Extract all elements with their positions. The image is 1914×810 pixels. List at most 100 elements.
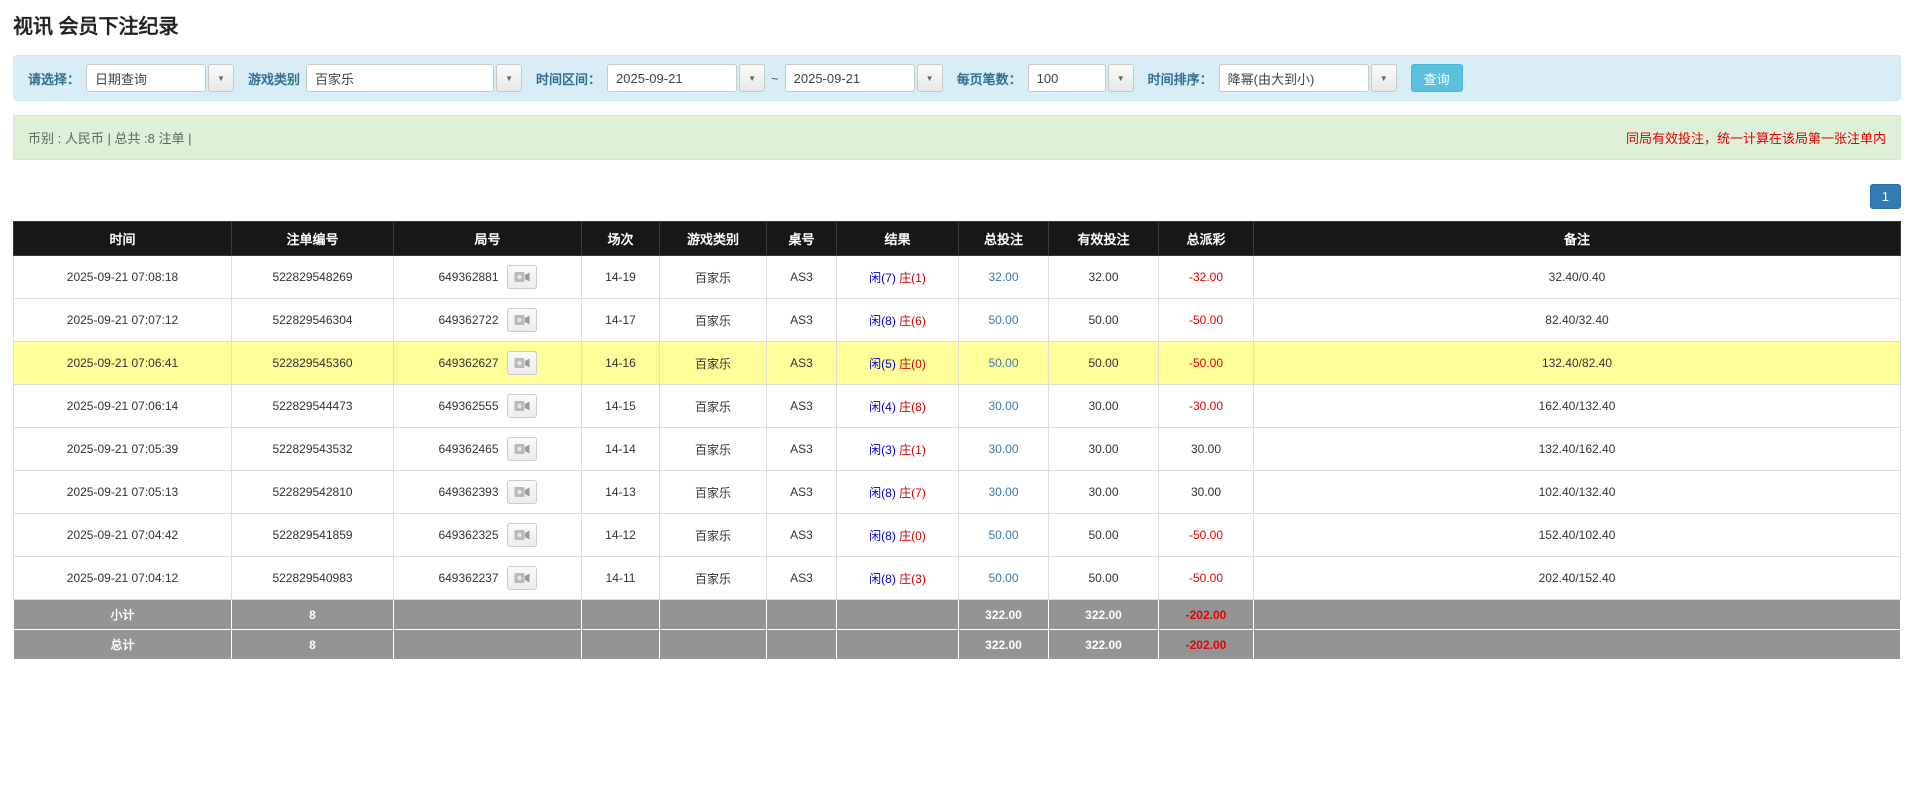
video-replay-icon (514, 401, 530, 411)
table-row: 2025-09-21 07:07:12 522829546304 6493627… (13, 298, 1901, 342)
date-from-caret-button[interactable]: ▼ (739, 64, 766, 92)
total-count: 8 (231, 629, 394, 660)
header-bet-no: 注单编号 (231, 221, 394, 256)
payout-cell: 30.00 (1158, 427, 1254, 471)
result-banker: 庄(1) (899, 442, 926, 457)
result-banker: 庄(3) (899, 571, 926, 586)
sort-label: 时间排序： (1147, 71, 1213, 87)
game-input[interactable] (306, 64, 495, 92)
payout-cell: -30.00 (1158, 384, 1254, 428)
video-replay-button[interactable] (506, 480, 537, 504)
per-page-input[interactable] (1027, 64, 1106, 92)
search-button[interactable]: 查询 (1410, 64, 1463, 92)
total-bet-link[interactable]: 50.00 (988, 571, 1018, 585)
table-row: 2025-09-21 07:04:12 522829540983 6493622… (13, 556, 1901, 600)
notice-text: 同局有效投注，统一计算在该局第一张注单内 (1625, 131, 1886, 146)
round-no: 649362881 (438, 270, 499, 284)
date-to-caret-button[interactable]: ▼ (916, 64, 943, 92)
total-bet-cell: 50.00 (958, 556, 1049, 600)
result-player: 闲(8) (869, 571, 896, 586)
game-cell: 百家乐 (659, 255, 767, 299)
total-bet-link[interactable]: 30.00 (988, 399, 1018, 413)
table-row: 2025-09-21 07:06:41 522829545360 6493626… (13, 341, 1901, 385)
table-no-cell: AS3 (766, 298, 837, 342)
result-cell: 闲(4) 庄(8) (836, 384, 959, 428)
table-no-cell: AS3 (766, 341, 837, 385)
result-player: 闲(8) (869, 313, 896, 328)
per-page-label: 每页笔数： (956, 71, 1022, 87)
header-result: 结果 (836, 221, 959, 256)
total-bet-link[interactable]: 32.00 (988, 270, 1018, 284)
valid-bet-cell: 50.00 (1048, 298, 1159, 342)
session-cell: 14-19 (581, 255, 660, 299)
per-page-caret-button[interactable]: ▼ (1107, 64, 1134, 92)
total-bet-link[interactable]: 50.00 (988, 356, 1018, 370)
header-time: 时间 (13, 221, 232, 256)
video-replay-button[interactable] (506, 566, 537, 590)
total-valid-bet: 322.00 (1048, 629, 1159, 660)
header-table-no: 桌号 (766, 221, 837, 256)
session-cell: 14-12 (581, 513, 660, 557)
result-player: 闲(5) (869, 356, 896, 371)
video-replay-button[interactable] (506, 437, 537, 461)
subtotal-label: 小计 (13, 599, 232, 630)
round-no: 649362237 (438, 571, 499, 585)
select-input[interactable] (86, 64, 207, 92)
round-no: 649362627 (438, 356, 499, 370)
sort-caret-button[interactable]: ▼ (1370, 64, 1397, 92)
game-cell: 百家乐 (659, 384, 767, 428)
video-replay-button[interactable] (506, 523, 537, 547)
sort-input[interactable] (1218, 64, 1369, 92)
select-caret-button[interactable]: ▼ (208, 64, 235, 92)
period-label: 时间区间： (536, 71, 602, 87)
date-to-input[interactable] (784, 64, 915, 92)
valid-bet-cell: 30.00 (1048, 427, 1159, 471)
page-1-button[interactable]: 1 (1869, 184, 1901, 209)
video-replay-icon (514, 530, 530, 540)
total-bet-link[interactable]: 30.00 (988, 485, 1018, 499)
round-no-cell: 649362722 (393, 298, 582, 342)
video-replay-button[interactable] (506, 351, 537, 375)
note-cell: 162.40/132.40 (1253, 384, 1901, 428)
note-cell: 32.40/0.40 (1253, 255, 1901, 299)
session-cell: 14-14 (581, 427, 660, 471)
result-player: 闲(3) (869, 442, 896, 457)
page-title: 视讯 会员下注纪录 (13, 16, 179, 38)
total-bet-link[interactable]: 50.00 (988, 528, 1018, 542)
time-cell: 2025-09-21 07:08:18 (13, 255, 232, 299)
filter-group-per-page: 每页笔数： ▼ (957, 64, 1134, 92)
video-replay-icon (514, 444, 530, 454)
payout-cell: -50.00 (1158, 341, 1254, 385)
table-row: 2025-09-21 07:04:42 522829541859 6493623… (13, 513, 1901, 557)
header-payout: 总派彩 (1158, 221, 1254, 256)
time-cell: 2025-09-21 07:06:41 (13, 341, 232, 385)
date-from-combobox: ▼ (607, 64, 766, 92)
video-replay-button[interactable] (506, 308, 537, 332)
time-cell: 2025-09-21 07:05:39 (13, 427, 232, 471)
date-from-input[interactable] (607, 64, 738, 92)
filter-bar: 请选择： ▼ 游戏类别 ▼ 时间区间： ▼ ~ ▼ (13, 55, 1901, 101)
total-bet-link[interactable]: 50.00 (988, 313, 1018, 327)
table-no-cell: AS3 (766, 255, 837, 299)
round-no: 649362465 (438, 442, 499, 456)
session-cell: 14-11 (581, 556, 660, 600)
result-banker: 庄(1) (899, 270, 926, 285)
bet-no-cell: 522829542810 (231, 470, 394, 514)
round-no-cell: 649362881 (393, 255, 582, 299)
filter-group-game: 游戏类别 ▼ (248, 64, 523, 92)
game-caret-button[interactable]: ▼ (496, 64, 523, 92)
total-bet-link[interactable]: 30.00 (988, 442, 1018, 456)
time-cell: 2025-09-21 07:04:42 (13, 513, 232, 557)
video-replay-button[interactable] (506, 265, 537, 289)
table-no-cell: AS3 (766, 470, 837, 514)
table-row: 2025-09-21 07:05:13 522829542810 6493623… (13, 470, 1901, 514)
chevron-down-icon: ▼ (748, 73, 756, 83)
total-bet-cell: 30.00 (958, 427, 1049, 471)
video-replay-icon (514, 573, 530, 583)
round-no: 649362393 (438, 485, 499, 499)
round-no-cell: 649362627 (393, 341, 582, 385)
payout-cell: -50.00 (1158, 556, 1254, 600)
result-player: 闲(7) (869, 270, 896, 285)
game-combobox: ▼ (306, 64, 523, 92)
video-replay-button[interactable] (506, 394, 537, 418)
